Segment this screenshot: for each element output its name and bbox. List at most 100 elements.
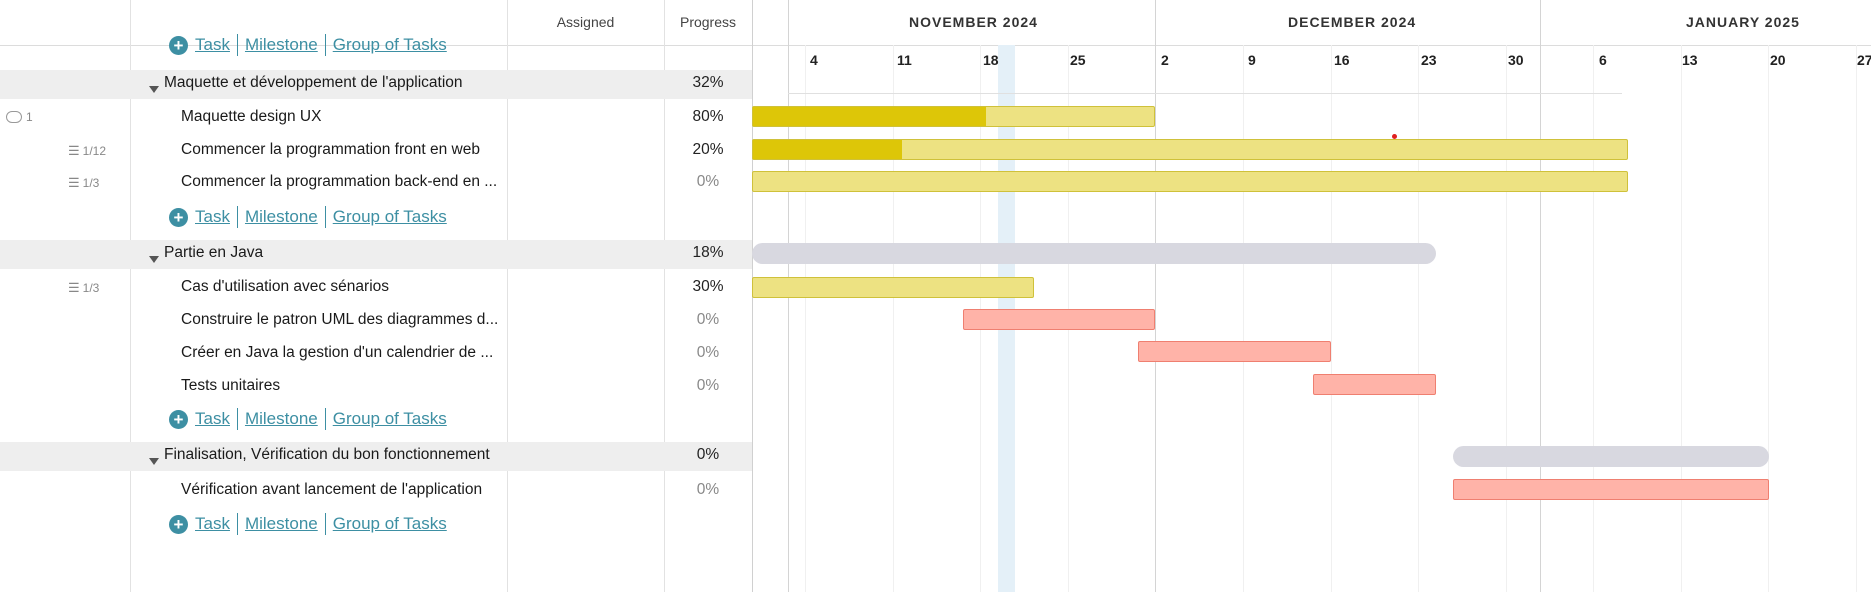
collapse-arrow-icon[interactable] <box>149 80 159 98</box>
separator <box>236 513 238 535</box>
task-bar[interactable] <box>752 106 1155 127</box>
day-label: 30 <box>1508 52 1524 68</box>
task-bar[interactable] <box>752 171 1628 192</box>
task-progress: 30% <box>692 278 724 295</box>
task-name[interactable]: Construire le patron UML des diagrammes … <box>181 311 506 329</box>
day-label: 18 <box>983 52 999 68</box>
task-progress: 80% <box>692 108 724 125</box>
add-task-link[interactable]: Task <box>195 514 230 534</box>
add-group-link[interactable]: Group of Tasks <box>333 514 447 534</box>
day-label: 23 <box>1421 52 1437 68</box>
week-gridline <box>805 45 806 592</box>
task-progress: 0% <box>696 311 720 328</box>
task-bar[interactable] <box>1453 479 1769 500</box>
add-row: + Task Milestone Group of Tasks <box>169 408 447 430</box>
week-gridline <box>1593 45 1594 592</box>
task-name[interactable]: Cas d'utilisation avec sénarios <box>181 278 501 296</box>
task-name[interactable]: Commencer la programmation front en web <box>181 141 501 159</box>
day-label: 16 <box>1334 52 1350 68</box>
add-milestone-link[interactable]: Milestone <box>245 35 318 55</box>
task-progress: 0% <box>696 481 720 498</box>
add-row: + Task Milestone Group of Tasks <box>169 513 447 535</box>
add-task-link[interactable]: Task <box>195 207 230 227</box>
checklist-icon: ☰ <box>68 280 80 295</box>
add-milestone-link[interactable]: Milestone <box>245 207 318 227</box>
group-bar[interactable] <box>1453 446 1769 467</box>
add-icon[interactable]: + <box>169 409 188 429</box>
day-label: 6 <box>1599 52 1607 68</box>
week-gridline <box>893 45 894 592</box>
month-label: NOVEMBER 2024 <box>909 14 1038 30</box>
add-group-link[interactable]: Group of Tasks <box>333 207 447 227</box>
month-label: JANUARY 2025 <box>1686 14 1800 30</box>
month-label: DECEMBER 2024 <box>1288 14 1417 30</box>
separator <box>236 206 238 228</box>
task-name[interactable]: Créer en Java la gestion d'un calendrier… <box>181 344 506 362</box>
group-bar[interactable] <box>752 243 1436 264</box>
checklist-icon: ☰ <box>68 143 80 158</box>
group-name[interactable]: Finalisation, Vérification du bon foncti… <box>164 446 509 464</box>
separator <box>324 513 326 535</box>
task-bar[interactable] <box>752 139 1628 160</box>
header-progress[interactable]: Progress <box>664 0 752 45</box>
add-row: + Task Milestone Group of Tasks <box>169 206 447 228</box>
add-group-link[interactable]: Group of Tasks <box>333 409 447 429</box>
separator <box>236 408 238 430</box>
checklist-icon: ☰ <box>68 175 80 190</box>
add-row: + Task Milestone Group of Tasks <box>169 34 447 56</box>
separator <box>324 206 326 228</box>
dependency-dot[interactable] <box>1392 134 1397 139</box>
week-gridline <box>1856 45 1857 592</box>
add-icon[interactable]: + <box>169 514 188 534</box>
comment-count[interactable]: 1 <box>6 110 33 124</box>
week-gridline <box>1331 45 1332 592</box>
month-divider <box>1155 0 1156 592</box>
task-bar[interactable] <box>752 277 1034 298</box>
progress-fill <box>753 140 902 159</box>
add-icon[interactable]: + <box>169 35 188 55</box>
task-name[interactable]: Maquette design UX <box>181 108 501 126</box>
separator <box>324 408 326 430</box>
add-group-link[interactable]: Group of Tasks <box>333 35 447 55</box>
task-name[interactable]: Vérification avant lancement de l'applic… <box>181 481 501 499</box>
week-gridline <box>1506 45 1507 592</box>
day-label: 13 <box>1682 52 1698 68</box>
collapse-arrow-icon[interactable] <box>149 452 159 470</box>
day-label: 11 <box>897 52 912 68</box>
checklist-count[interactable]: ☰ 1/12 <box>68 143 106 159</box>
day-label: 4 <box>810 52 818 68</box>
days-divider <box>788 93 1622 94</box>
group-progress: 18% <box>692 244 724 261</box>
task-progress: 0% <box>696 173 720 190</box>
separator <box>324 34 326 56</box>
week-gridline <box>1418 45 1419 592</box>
group-name[interactable]: Partie en Java <box>164 244 504 262</box>
month-divider <box>1540 0 1541 592</box>
add-milestone-link[interactable]: Milestone <box>245 409 318 429</box>
week-gridline <box>1681 45 1682 592</box>
group-progress: 32% <box>692 74 724 91</box>
add-task-link[interactable]: Task <box>195 409 230 429</box>
add-task-link[interactable]: Task <box>195 35 230 55</box>
header-assigned[interactable]: Assigned <box>507 0 664 45</box>
group-progress: 0% <box>696 446 720 463</box>
group-name[interactable]: Maquette et développement de l'applicati… <box>164 74 504 92</box>
checklist-count[interactable]: ☰ 1/3 <box>68 175 99 191</box>
checklist-count[interactable]: ☰ 1/3 <box>68 280 99 296</box>
add-milestone-link[interactable]: Milestone <box>245 514 318 534</box>
task-bar[interactable] <box>1313 374 1436 395</box>
task-bar[interactable] <box>963 309 1155 330</box>
day-label: 25 <box>1070 52 1086 68</box>
collapse-arrow-icon[interactable] <box>149 250 159 268</box>
separator <box>236 34 238 56</box>
comment-icon <box>6 111 22 123</box>
add-icon[interactable]: + <box>169 207 188 227</box>
week-gridline <box>1768 45 1769 592</box>
task-bar[interactable] <box>1138 341 1331 362</box>
task-progress: 20% <box>692 141 724 158</box>
day-label: 9 <box>1248 52 1256 68</box>
task-progress: 0% <box>696 377 720 394</box>
day-label: 20 <box>1770 52 1786 68</box>
task-name[interactable]: Commencer la programmation back-end en .… <box>181 173 506 191</box>
task-name[interactable]: Tests unitaires <box>181 377 501 395</box>
